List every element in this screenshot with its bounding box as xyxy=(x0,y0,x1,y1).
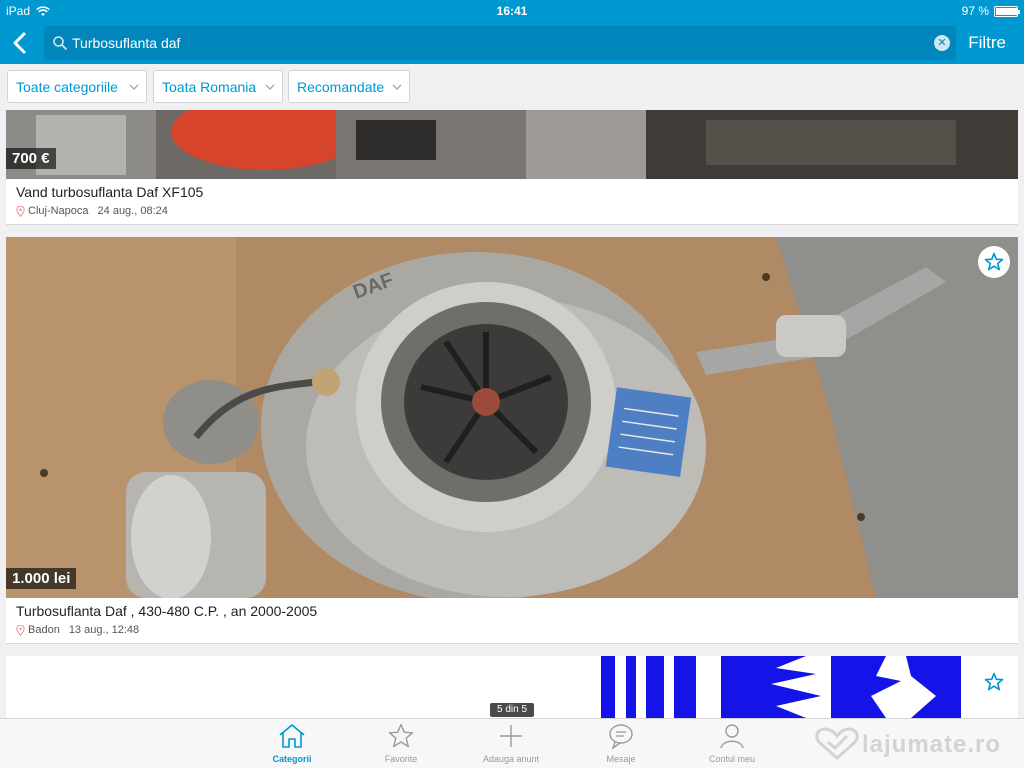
sort-dropdown[interactable]: Recomandate xyxy=(288,70,410,103)
filter-row: Toate categoriile Toata Romania Recomand… xyxy=(0,64,1024,108)
watermark: lajumate.ro xyxy=(814,727,1014,761)
listing-card[interactable]: DAF 1.000 lei Turbosuflanta Daf , 430-48… xyxy=(6,237,1018,644)
listing-card[interactable]: 700 € Vand turbosuflanta Daf XF105 Cluj-… xyxy=(6,110,1018,225)
sort-dropdown-label: Recomandate xyxy=(297,79,385,95)
battery-icon xyxy=(994,5,1020,17)
user-icon xyxy=(720,724,744,749)
location-dropdown[interactable]: Toata Romania xyxy=(153,70,283,103)
chevron-down-icon xyxy=(265,84,275,90)
tab-adauga-anunt[interactable]: Adauga anunt xyxy=(466,722,556,764)
tab-contul-meu[interactable]: Contul meu xyxy=(687,722,777,764)
tab-categorii[interactable]: Categorii xyxy=(247,722,337,764)
listing-photo[interactable]: DAF xyxy=(6,237,1018,598)
clear-icon[interactable]: ✕ xyxy=(934,35,950,51)
favorite-button[interactable] xyxy=(978,246,1010,278)
chat-icon xyxy=(609,724,633,750)
chevron-down-icon xyxy=(392,84,402,90)
search-box: ✕ xyxy=(44,26,956,60)
listing-title[interactable]: Turbosuflanta Daf , 430-480 C.P. , an 20… xyxy=(16,603,317,619)
chevron-down-icon xyxy=(129,84,139,90)
filters-button[interactable]: Filtre xyxy=(968,33,1006,53)
tab-label: Adauga anunt xyxy=(482,754,540,764)
listing-title[interactable]: Vand turbosuflanta Daf XF105 xyxy=(16,184,203,200)
tab-label: Mesaje xyxy=(606,754,636,764)
search-icon xyxy=(53,36,67,50)
listing-meta: Badon 13 aug., 12:48 xyxy=(16,624,139,636)
battery-percent: 97 % xyxy=(961,4,989,18)
search-input[interactable] xyxy=(72,26,932,60)
search-bar: ✕ Filtre xyxy=(0,22,1024,64)
status-bar: iPad 16:41 97 % xyxy=(0,0,1024,22)
tab-favorite[interactable]: Favorite xyxy=(356,722,446,764)
listing-price: 1.000 lei xyxy=(6,568,77,589)
status-time: 16:41 xyxy=(496,4,528,18)
tab-mesaje[interactable]: Mesaje xyxy=(576,722,666,764)
back-chevron-icon[interactable] xyxy=(8,30,32,56)
category-dropdown-label: Toate categoriile xyxy=(16,79,118,95)
location-pin-icon xyxy=(16,205,25,217)
tab-label: Categorii xyxy=(272,754,312,764)
watermark-heart-icon xyxy=(815,727,859,761)
listing-meta: Cluj-Napoca 24 aug., 08:24 xyxy=(16,205,168,217)
location-dropdown-label: Toata Romania xyxy=(162,79,257,95)
star-icon xyxy=(388,723,414,748)
plus-icon xyxy=(500,725,522,747)
listing-location: Cluj-Napoca xyxy=(28,205,89,217)
listing-photo[interactable] xyxy=(6,110,1018,179)
listing-location: Badon xyxy=(28,624,60,636)
favorite-button[interactable] xyxy=(978,666,1010,698)
tab-bar: Categorii Favorite Adauga anunt Mesaje C… xyxy=(0,718,1024,768)
listing-date: 13 aug., 12:48 xyxy=(68,624,140,636)
page-indicator: 5 din 5 xyxy=(490,703,534,717)
category-dropdown[interactable]: Toate categoriile xyxy=(7,70,147,103)
listing-date: 24 aug., 08:24 xyxy=(97,205,168,217)
star-icon xyxy=(984,672,1004,691)
tab-label: Favorite xyxy=(384,754,418,764)
tab-label: Contul meu xyxy=(708,754,756,764)
listing-price: 700 € xyxy=(6,148,56,169)
watermark-text: lajumate.ro xyxy=(862,731,1002,758)
home-icon xyxy=(279,724,305,748)
star-icon xyxy=(984,252,1004,271)
location-pin-icon xyxy=(16,624,25,636)
